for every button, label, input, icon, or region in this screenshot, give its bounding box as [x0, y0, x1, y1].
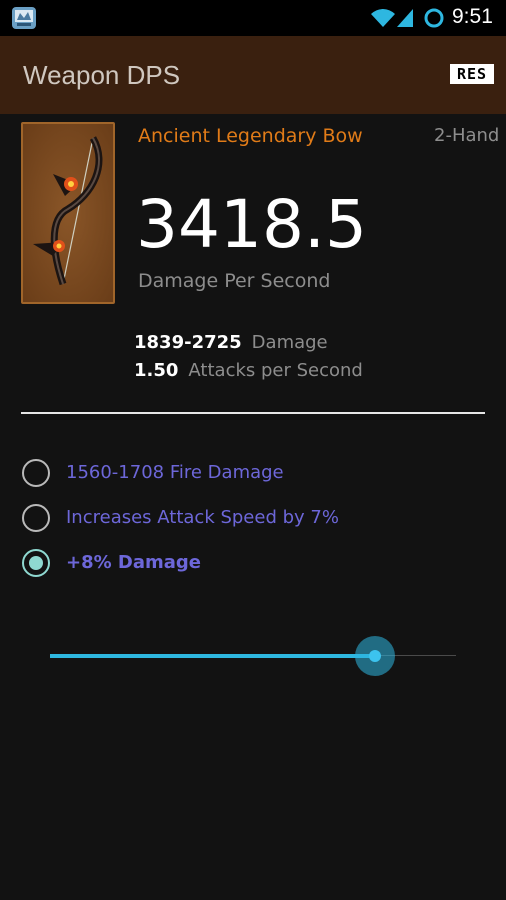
radio-button[interactable]	[22, 459, 50, 487]
damage-label: Damage	[251, 332, 328, 353]
aps-value: 1.50	[134, 360, 179, 381]
weapon-hand-type: 2-Hand	[434, 125, 500, 146]
app-title: Weapon DPS	[23, 60, 181, 90]
wifi-icon	[371, 9, 395, 27]
app-notification-icon	[12, 7, 36, 29]
damage-value: 1839-2725	[134, 332, 242, 353]
slider-fill	[50, 654, 375, 658]
status-time: 9:51	[452, 5, 493, 28]
damage-stat: 1839-2725 Damage	[134, 332, 328, 353]
slider-thumb[interactable]	[369, 650, 381, 662]
app-bar: Weapon DPS RES	[0, 36, 506, 114]
aps-label: Attacks per Second	[188, 360, 363, 381]
option-fire-damage[interactable]: 1560-1708 Fire Damage	[22, 459, 482, 489]
option-attack-speed[interactable]: Increases Attack Speed by 7%	[22, 504, 482, 534]
cell-signal-icon	[397, 9, 413, 27]
attack-speed-stat: 1.50 Attacks per Second	[134, 360, 363, 381]
option-label: 1560-1708 Fire Damage	[66, 462, 284, 483]
radio-button-checked[interactable]	[22, 549, 50, 577]
weapon-name: Ancient Legendary Bow	[138, 125, 363, 147]
status-bar: 9:51	[0, 0, 506, 36]
option-label: Increases Attack Speed by 7%	[66, 507, 339, 528]
dps-label: Damage Per Second	[138, 270, 331, 292]
bow-icon	[23, 124, 113, 302]
option-damage-bonus[interactable]: +8% Damage	[22, 549, 482, 579]
weapon-image	[21, 122, 115, 304]
sync-ring-icon	[424, 8, 444, 28]
option-label: +8% Damage	[66, 552, 201, 573]
radio-button[interactable]	[22, 504, 50, 532]
divider	[21, 412, 485, 414]
value-slider[interactable]	[50, 636, 456, 676]
res-logo[interactable]: RES	[450, 64, 494, 84]
dps-value: 3418.5	[136, 186, 367, 263]
radio-dot	[29, 556, 43, 570]
